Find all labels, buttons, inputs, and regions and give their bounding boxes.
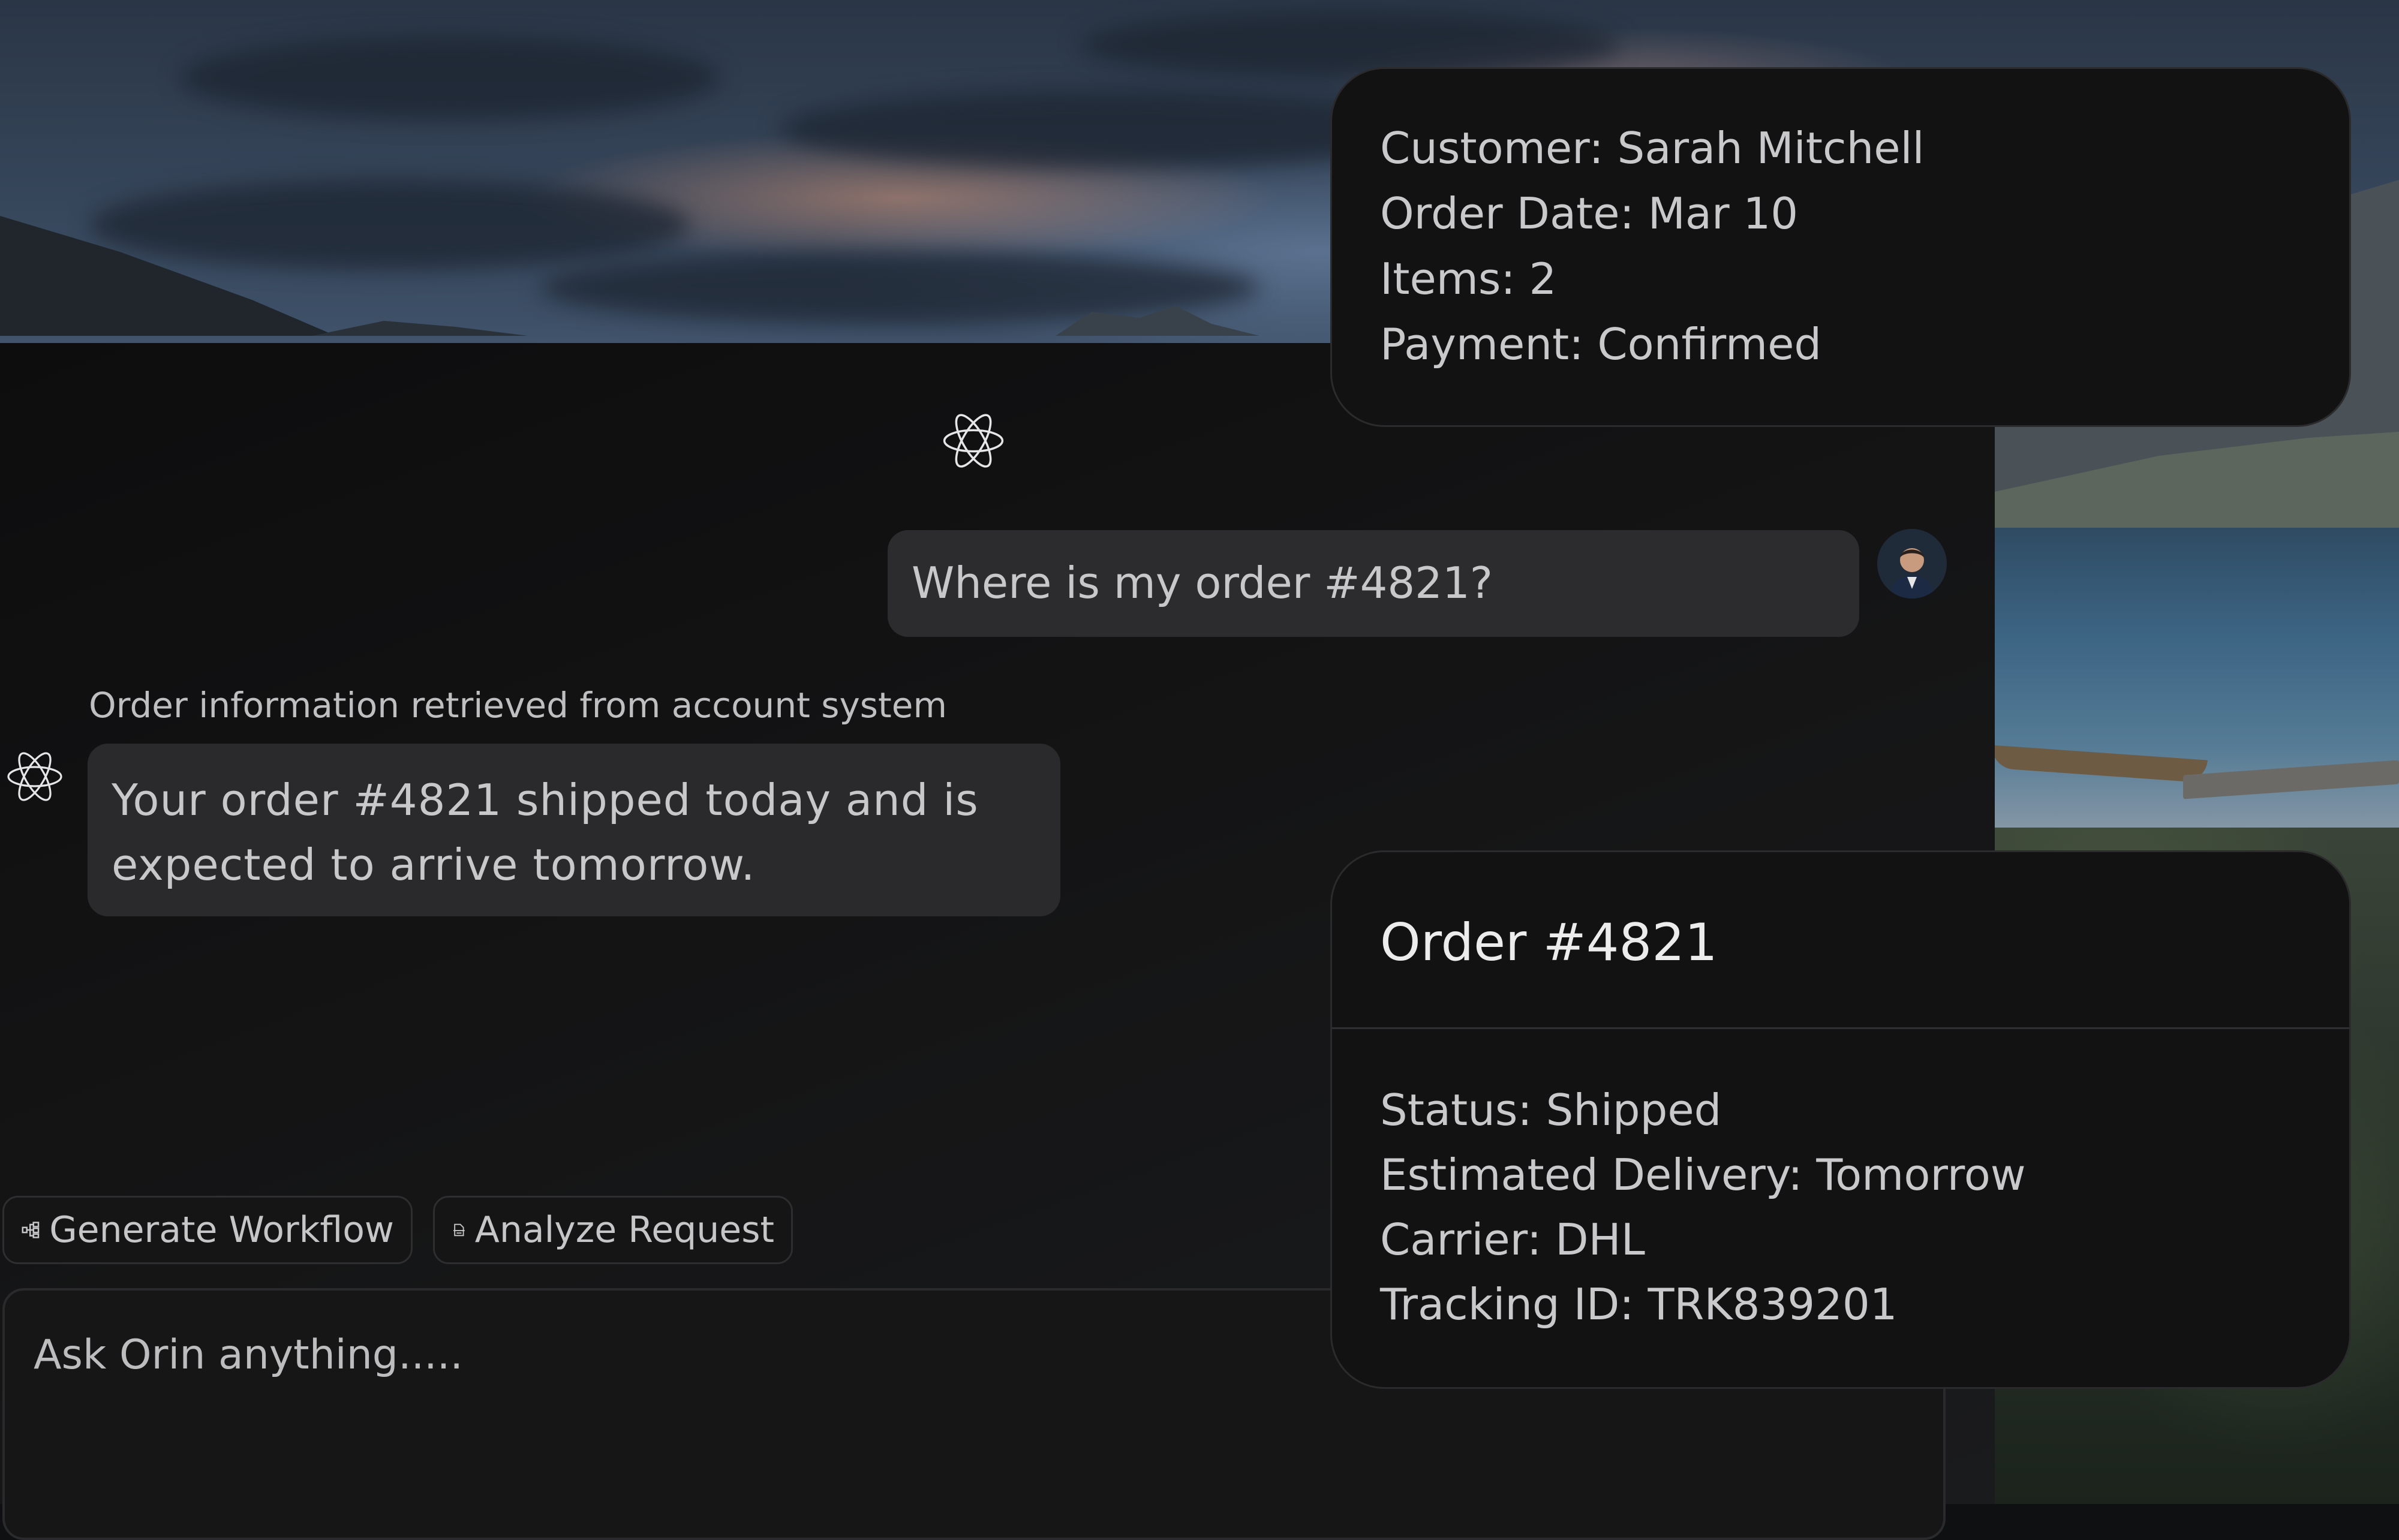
user-message-bubble: Where is my order #4821? [888, 530, 1859, 637]
tracking-id-row: Tracking ID: TRK839201 [1380, 1279, 1898, 1330]
generate-workflow-label: Generate Workflow [49, 1209, 394, 1251]
atom-orbit-icon [943, 414, 1004, 468]
carrier-row: Carrier: DHL [1380, 1214, 1645, 1265]
card-divider [1332, 1027, 2349, 1029]
atom-orbit-icon [7, 752, 62, 801]
source-note: Order information retrieved from account… [89, 685, 947, 726]
assistant-message-bubble: Your order #4821 shipped today and is ex… [88, 744, 1060, 916]
assistant-message-text: Your order #4821 shipped today and is ex… [112, 775, 979, 890]
analyze-request-label: Analyze Request [474, 1209, 774, 1251]
user-message-text: Where is my order #4821? [912, 558, 1493, 608]
items-count-row: Items: 2 [1380, 254, 1557, 304]
analyze-request-button[interactable]: Analyze Request [433, 1196, 793, 1264]
order-date-row: Order Date: Mar 10 [1380, 188, 1799, 239]
estimated-delivery-row: Estimated Delivery: Tomorrow [1380, 1150, 2026, 1200]
workflow-icon [22, 1222, 40, 1238]
document-scan-icon [453, 1223, 465, 1237]
order-title: Order #4821 [1380, 913, 1718, 973]
status-row: Status: Shipped [1380, 1085, 1722, 1135]
user-avatar[interactable] [1877, 529, 1947, 598]
chat-input[interactable] [34, 1327, 1233, 1384]
generate-workflow-button[interactable]: Generate Workflow [2, 1196, 413, 1264]
order-details-card: Order #4821 Status: Shipped Estimated De… [1330, 850, 2351, 1389]
payment-status-row: Payment: Confirmed [1380, 319, 1822, 369]
user-avatar-photo [1877, 529, 1947, 598]
customer-name-row: Customer: Sarah Mitchell [1380, 123, 1925, 173]
customer-info-card: Customer: Sarah Mitchell Order Date: Mar… [1330, 67, 2351, 427]
